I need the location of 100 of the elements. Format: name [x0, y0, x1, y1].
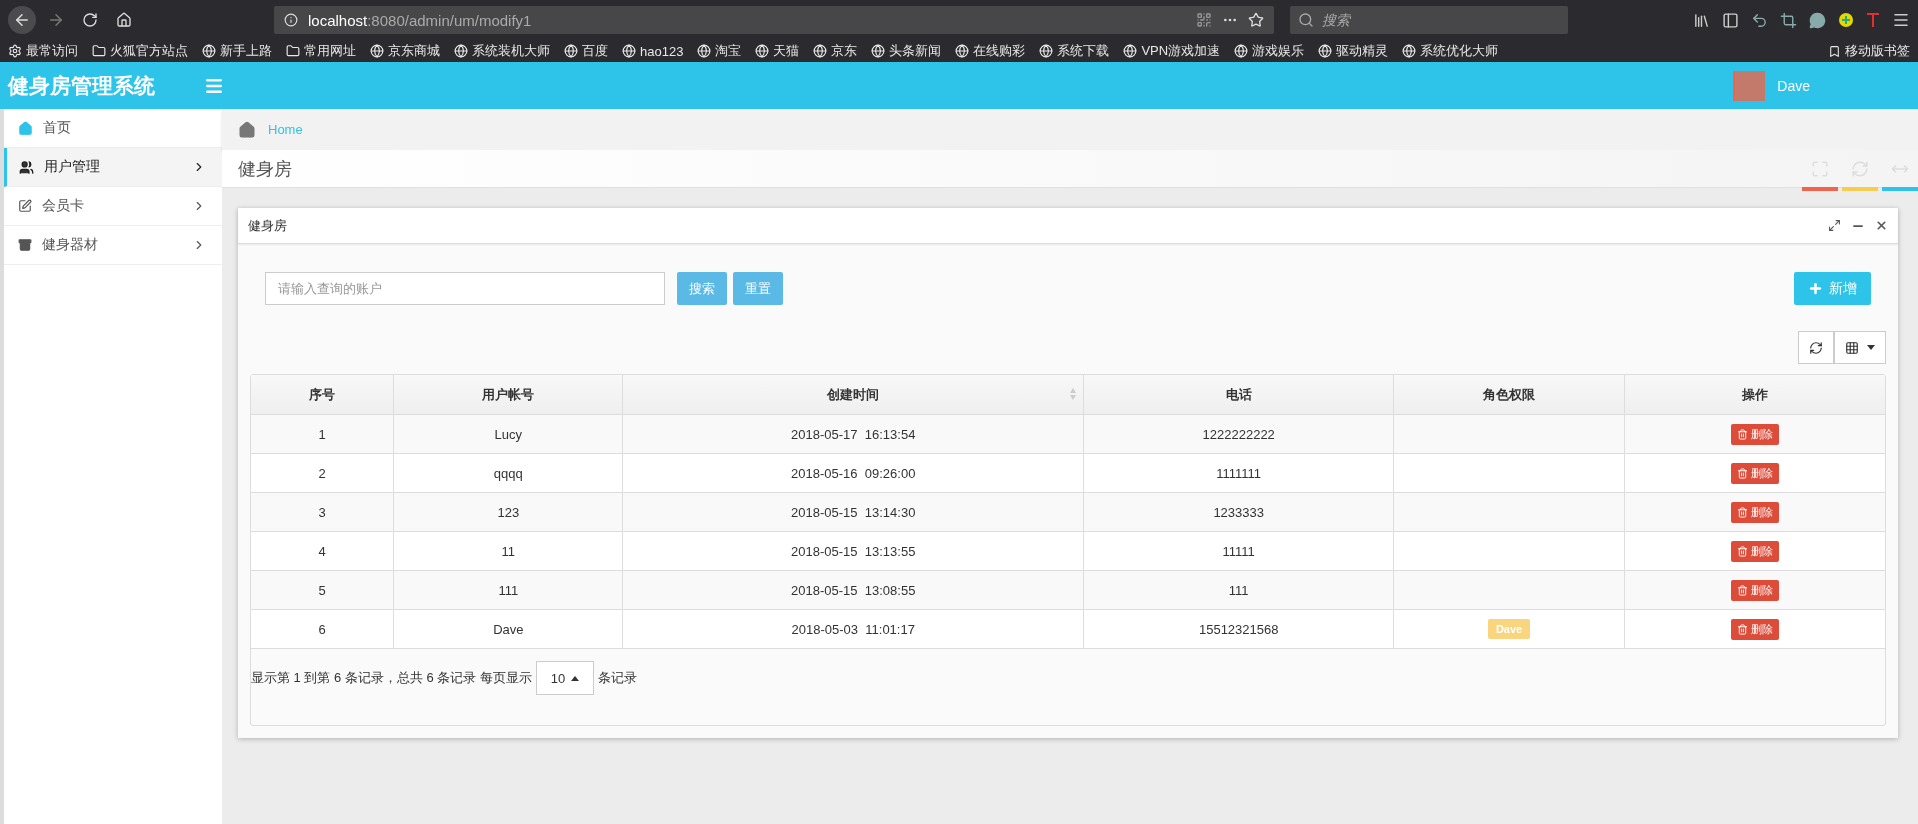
column-header: 电话: [1084, 375, 1395, 415]
t-shape-icon[interactable]: [1866, 12, 1880, 28]
forward-arrow-icon: [47, 11, 65, 29]
table-cell: 5: [251, 571, 395, 610]
plus-circle-icon[interactable]: [1838, 12, 1854, 28]
bookmark[interactable]: 移动版书签: [1828, 42, 1910, 60]
qr-code-icon[interactable]: [1196, 12, 1212, 28]
column-header[interactable]: 创建时间: [623, 375, 1084, 415]
refresh-button[interactable]: [1798, 331, 1834, 364]
table-cell: 15512321568: [1084, 610, 1395, 649]
bookmark[interactable]: 常用网址: [286, 42, 356, 60]
column-header: 操作: [1624, 375, 1885, 415]
refresh-icon: [1809, 340, 1823, 355]
bookmark[interactable]: 系统优化大师: [1402, 42, 1499, 60]
delete-button[interactable]: 删除: [1730, 501, 1779, 523]
trash-icon: [1736, 467, 1748, 479]
bookmark[interactable]: VPN游戏加速: [1123, 42, 1221, 60]
table-cell: 1233333: [1084, 493, 1395, 532]
globe-icon: [1123, 44, 1138, 58]
trash-icon: [1736, 545, 1748, 557]
chat-icon[interactable]: [1809, 11, 1826, 29]
bookmark[interactable]: 天猫: [755, 42, 800, 60]
columns-button[interactable]: [1834, 331, 1886, 364]
gear-icon: [8, 44, 22, 58]
avatar-placeholder: [1733, 70, 1766, 101]
pagination-info: 显示第 1 到第 6 条记录，总共 6 条记录 每页显示: [251, 669, 532, 687]
globe-icon: [454, 44, 468, 58]
menu-icon[interactable]: [1892, 11, 1910, 29]
bookmark[interactable]: 京东: [813, 42, 858, 60]
page-title: 健身房: [238, 157, 292, 181]
panel-title: 健身房: [248, 216, 287, 235]
table-cell: 123: [394, 493, 624, 532]
address-bar[interactable]: localhost:8080/admin/um/modify1: [274, 6, 1274, 34]
delete-button[interactable]: 删除: [1730, 579, 1779, 601]
bookmark[interactable]: 京东商城: [370, 42, 440, 60]
back-button[interactable]: [8, 6, 36, 34]
bookmark[interactable]: 淘宝: [697, 42, 742, 60]
caret-icon: [571, 675, 580, 681]
globe-icon: [871, 44, 886, 58]
expand-icon: [1811, 159, 1829, 178]
delete-button[interactable]: 删除: [1730, 423, 1779, 445]
folder-icon: [92, 44, 106, 58]
globe-icon: [564, 44, 578, 58]
sidebar-item[interactable]: 用户管理: [4, 148, 222, 187]
home-icon: [116, 12, 132, 28]
plus-icon: [1808, 281, 1823, 296]
expand-icon[interactable]: [1828, 218, 1841, 232]
bookmark[interactable]: 系统装机大师: [454, 42, 550, 60]
globe-icon: [1402, 44, 1417, 58]
column-header: 用户帐号: [394, 375, 624, 415]
bookmark[interactable]: 新手上路: [202, 42, 272, 60]
app-title: 健身房管理系统: [8, 72, 156, 99]
globe-icon: [955, 44, 970, 58]
globe-icon: [755, 44, 770, 58]
close-icon[interactable]: [1875, 218, 1888, 232]
table-cell: 11111: [1084, 532, 1395, 571]
globe-icon: [1039, 44, 1054, 58]
delete-button[interactable]: 删除: [1730, 540, 1779, 562]
column-header: 序号: [251, 375, 395, 415]
crop-icon[interactable]: [1780, 11, 1797, 29]
role-tag: Dave: [1487, 619, 1531, 639]
delete-button[interactable]: 删除: [1730, 462, 1779, 484]
bookmark[interactable]: 驱动精灵: [1318, 42, 1389, 60]
page-size-select[interactable]: 10: [536, 661, 594, 695]
delete-button[interactable]: 删除: [1730, 618, 1779, 640]
table-cell: 2018-05-15 13:13:55: [623, 532, 1084, 571]
globe-icon: [622, 44, 636, 58]
table-cell: 2: [251, 454, 395, 493]
bookmark[interactable]: 头条新闻: [871, 42, 942, 60]
globe-icon: [1318, 44, 1333, 58]
bookmark[interactable]: hao123: [622, 43, 684, 59]
grid-icon: [1845, 340, 1859, 355]
sidebar-icon[interactable]: [1722, 11, 1739, 29]
table-cell: 1: [251, 415, 395, 454]
table-cell: 111: [394, 571, 624, 610]
undo-icon[interactable]: [1751, 11, 1768, 29]
web-search-field[interactable]: 搜索: [1290, 6, 1568, 34]
table-cell: 2018-05-16 09:26:00: [623, 454, 1084, 493]
info-icon[interactable]: [284, 13, 298, 27]
bookmark-icon: [1828, 44, 1841, 58]
table-cell: 111: [1084, 571, 1395, 610]
globe-icon: [370, 44, 384, 58]
table-cell: 11: [394, 532, 624, 571]
bookmark[interactable]: 在线购彩: [955, 42, 1026, 60]
bookmark[interactable]: 火狐官方站点: [92, 42, 188, 60]
table-cell: 2018-05-15 13:14:30: [623, 493, 1084, 532]
library-icon[interactable]: [1693, 11, 1710, 29]
archive-icon: [18, 238, 32, 252]
bookmark[interactable]: 系统下载: [1039, 42, 1110, 60]
bookmark[interactable]: 最常访问: [8, 42, 78, 60]
refresh-icon: [1851, 159, 1869, 178]
bookmark[interactable]: 游戏娱乐: [1234, 42, 1305, 60]
trash-icon: [1736, 506, 1748, 518]
table-cell: 2018-05-17 16:13:54: [623, 415, 1084, 454]
table-cell: 1222222222: [1084, 415, 1395, 454]
table-cell: 2018-05-15 13:08:55: [623, 571, 1084, 610]
search-field[interactable]: 请输入查询的账户: [265, 272, 665, 305]
table-cell: 3: [251, 493, 395, 532]
bookmark[interactable]: 百度: [564, 42, 608, 60]
bookmark-star-icon[interactable]: [1248, 12, 1264, 28]
